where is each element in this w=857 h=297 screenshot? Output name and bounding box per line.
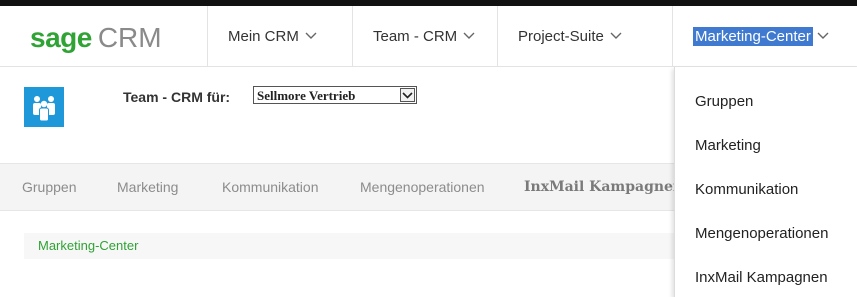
chevron-down-icon	[305, 32, 317, 39]
nav-team-crm-label: Team - CRM	[373, 27, 458, 45]
page: sage CRM Mein CRM Team - CRM Project-Suit…	[0, 0, 857, 297]
menu-item-inxmail-kampagnen[interactable]: InxMail Kampagnen	[695, 269, 828, 286]
nav-marketing-center[interactable]: Marketing-Center	[672, 6, 857, 66]
breadcrumb-marketing-center[interactable]: Marketing-Center	[38, 233, 138, 259]
team-select[interactable]: Sellmore Vertrieb	[253, 86, 417, 104]
chevron-down-icon	[610, 32, 622, 39]
tab-marketing[interactable]: Marketing	[117, 164, 178, 210]
menu-item-mengenoperationen[interactable]: Mengenoperationen	[695, 225, 828, 242]
logo-crm-text: CRM	[97, 22, 162, 53]
nav-project-suite-label: Project-Suite	[518, 27, 604, 45]
nav-team-crm[interactable]: Team - CRM	[352, 6, 497, 66]
team-crm-label: Team - CRM für:	[123, 89, 231, 105]
team-select-value: Sellmore Vertrieb	[257, 88, 356, 103]
header: sage CRM Mein CRM Team - CRM Project-Suit…	[0, 6, 857, 67]
chevron-down-icon	[817, 32, 829, 39]
nav-marketing-center-label: Marketing-Center	[693, 26, 813, 46]
chevron-down-icon	[463, 32, 475, 39]
menu-item-gruppen[interactable]: Gruppen	[695, 93, 753, 110]
content-breadcrumb-bar: Marketing-Center	[24, 233, 684, 259]
nav-mein-crm[interactable]: Mein CRM	[207, 6, 352, 66]
chevron-down-icon	[402, 92, 413, 99]
team-select-dropdown-button[interactable]	[400, 88, 415, 102]
team-icon	[24, 87, 64, 127]
nav-mein-crm-label: Mein CRM	[228, 27, 299, 45]
tab-gruppen[interactable]: Gruppen	[22, 164, 76, 210]
menu-item-marketing[interactable]: Marketing	[695, 137, 761, 154]
nav-project-suite[interactable]: Project-Suite	[497, 6, 672, 66]
tab-inxmail-kampagnen[interactable]: InxMail Kampagnen	[524, 164, 683, 210]
marketing-center-dropdown: Gruppen Marketing Kommunikation Mengenop…	[674, 67, 857, 297]
sage-crm-logo[interactable]: sage CRM	[30, 22, 162, 54]
tab-kommunikation[interactable]: Kommunikation	[222, 164, 319, 210]
menu-item-kommunikation[interactable]: Kommunikation	[695, 181, 798, 198]
logo-sage-text: sage	[30, 22, 92, 53]
tab-mengenoperationen[interactable]: Mengenoperationen	[360, 164, 485, 210]
